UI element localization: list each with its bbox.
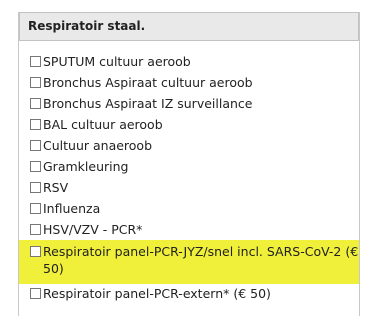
option-sputum-cultuur-aeroob[interactable]: SPUTUM cultuur aeroob: [19, 53, 359, 74]
respiratory-sample-panel: Respiratoir staal. SPUTUM cultuur aeroob…: [18, 12, 360, 316]
checkbox[interactable]: [30, 140, 41, 151]
checkbox[interactable]: [30, 203, 41, 214]
option-respiratoir-panel-pcr-jyz-snel[interactable]: Respiratoir panel-PCR-JYZ/snel incl. SAR…: [19, 240, 359, 284]
option-influenza[interactable]: Influenza: [19, 200, 359, 221]
checkbox[interactable]: [30, 56, 41, 67]
option-rsv[interactable]: RSV: [19, 179, 359, 200]
option-label: Bronchus Aspiraat IZ surveillance: [43, 96, 253, 111]
option-bal-cultuur-aeroob[interactable]: BAL cultuur aeroob: [19, 116, 359, 137]
option-hsv-vzv-pcr[interactable]: HSV/VZV - PCR*: [19, 221, 359, 242]
option-respiratoir-panel-pcr-extern[interactable]: Respiratoir panel-PCR-extern* (€ 50): [19, 285, 359, 306]
option-label: HSV/VZV - PCR*: [43, 222, 143, 237]
option-gramkleuring[interactable]: Gramkleuring: [19, 158, 359, 179]
option-cultuur-anaeroob[interactable]: Cultuur anaeroob: [19, 137, 359, 158]
checkbox[interactable]: [30, 246, 41, 257]
option-label: Respiratoir panel-PCR-extern* (€ 50): [43, 286, 271, 301]
checkbox[interactable]: [30, 288, 41, 299]
option-label: SPUTUM cultuur aeroob: [43, 54, 191, 69]
checkbox[interactable]: [30, 224, 41, 235]
checkbox[interactable]: [30, 119, 41, 130]
checkbox[interactable]: [30, 161, 41, 172]
option-label: Bronchus Aspiraat cultuur aeroob: [43, 75, 253, 90]
option-label: RSV: [43, 180, 69, 195]
option-label: Gramkleuring: [43, 159, 129, 174]
checkbox[interactable]: [30, 182, 41, 193]
option-bronchus-aspiraat-iz-surveillance[interactable]: Bronchus Aspiraat IZ surveillance: [19, 95, 359, 116]
option-label: Influenza: [43, 201, 101, 216]
option-bronchus-aspiraat-cultuur-aeroob[interactable]: Bronchus Aspiraat cultuur aeroob: [19, 74, 359, 95]
option-label: Respiratoir panel-PCR-JYZ/snel incl. SAR…: [43, 244, 359, 276]
option-label: BAL cultuur aeroob: [43, 117, 163, 132]
option-label: Cultuur anaeroob: [43, 138, 153, 153]
checkbox[interactable]: [30, 77, 41, 88]
section-header: Respiratoir staal.: [19, 12, 359, 41]
checkbox[interactable]: [30, 98, 41, 109]
